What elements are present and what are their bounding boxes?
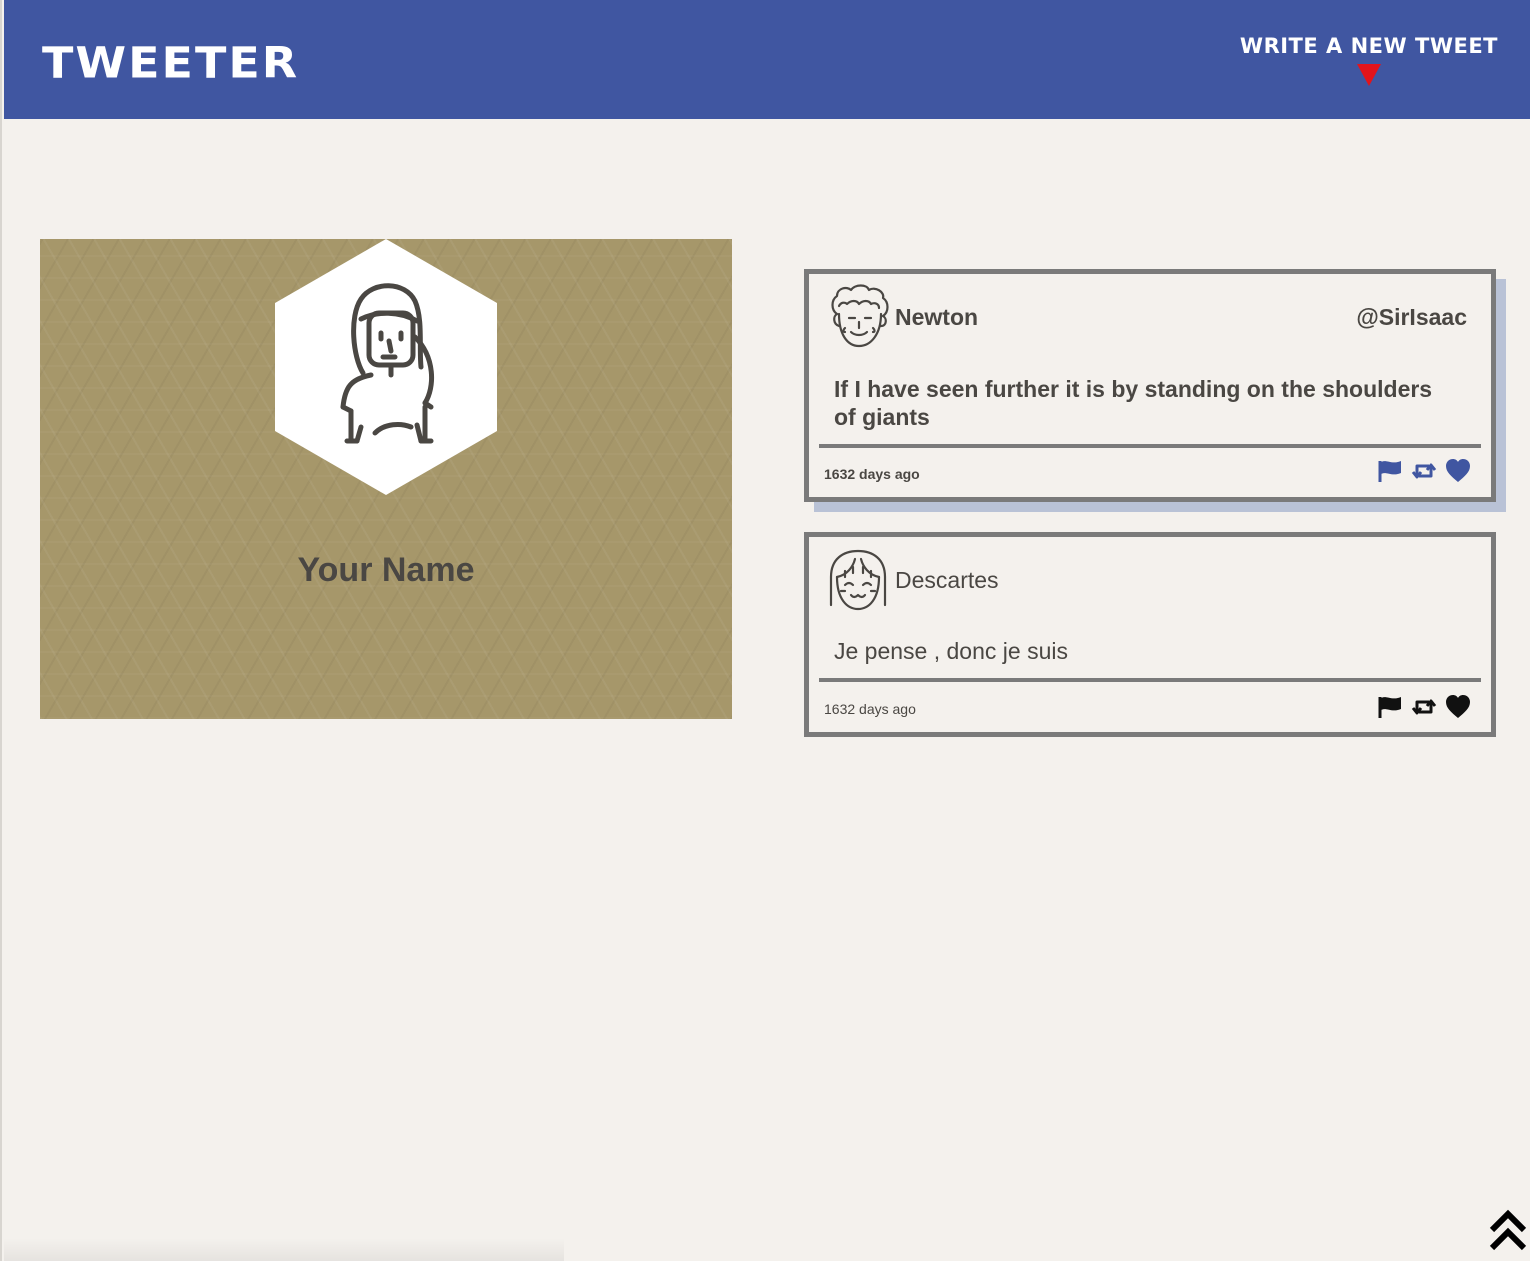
- tweet-card[interactable]: Newton @SirIsaac If I have seen further …: [804, 269, 1496, 502]
- heart-icon[interactable]: [1445, 458, 1471, 484]
- heart-icon[interactable]: [1445, 694, 1471, 720]
- brand-logo[interactable]: TWEETER: [42, 38, 299, 88]
- retweet-icon[interactable]: [1411, 694, 1437, 720]
- write-new-tweet-button[interactable]: WRITE A NEW TWEET: [1240, 34, 1498, 58]
- flag-icon[interactable]: [1377, 458, 1403, 484]
- tweet-timestamp: 1632 days ago: [824, 466, 920, 482]
- bottom-shadow: [4, 1238, 564, 1261]
- tweet-timestamp: 1632 days ago: [824, 701, 916, 717]
- profile-name: Your Name: [297, 551, 475, 589]
- tweet-actions: [1377, 694, 1471, 720]
- arrow-down-icon[interactable]: [1357, 64, 1381, 86]
- tweet-divider: [819, 444, 1481, 448]
- profile-card: Your Name: [40, 239, 732, 719]
- tweet-author-handle: @SirIsaac: [1356, 304, 1467, 330]
- retweet-icon[interactable]: [1411, 458, 1437, 484]
- tweet-author-name: Descartes: [895, 567, 999, 593]
- navbar: TWEETER WRITE A NEW TWEET: [4, 0, 1530, 119]
- female-avatar-icon: [340, 283, 435, 444]
- profile-avatar: [275, 239, 497, 495]
- tweet-divider: [819, 678, 1481, 682]
- curly-hair-avatar-icon: [827, 284, 891, 355]
- flag-icon[interactable]: [1377, 694, 1403, 720]
- tweet-content: Je pense , donc je suis: [834, 638, 1068, 664]
- scroll-to-top-button[interactable]: [1488, 1208, 1528, 1254]
- tweet-card[interactable]: Descartes Je pense , donc je suis 1632 d…: [804, 532, 1496, 737]
- tweet-actions: [1377, 458, 1471, 484]
- tweet-author-name: Newton: [895, 304, 979, 330]
- bob-hair-avatar-icon: [827, 547, 889, 618]
- tweet-content: If I have seen further it is by standing…: [834, 376, 1433, 430]
- double-chevron-up-icon: [1489, 1209, 1527, 1251]
